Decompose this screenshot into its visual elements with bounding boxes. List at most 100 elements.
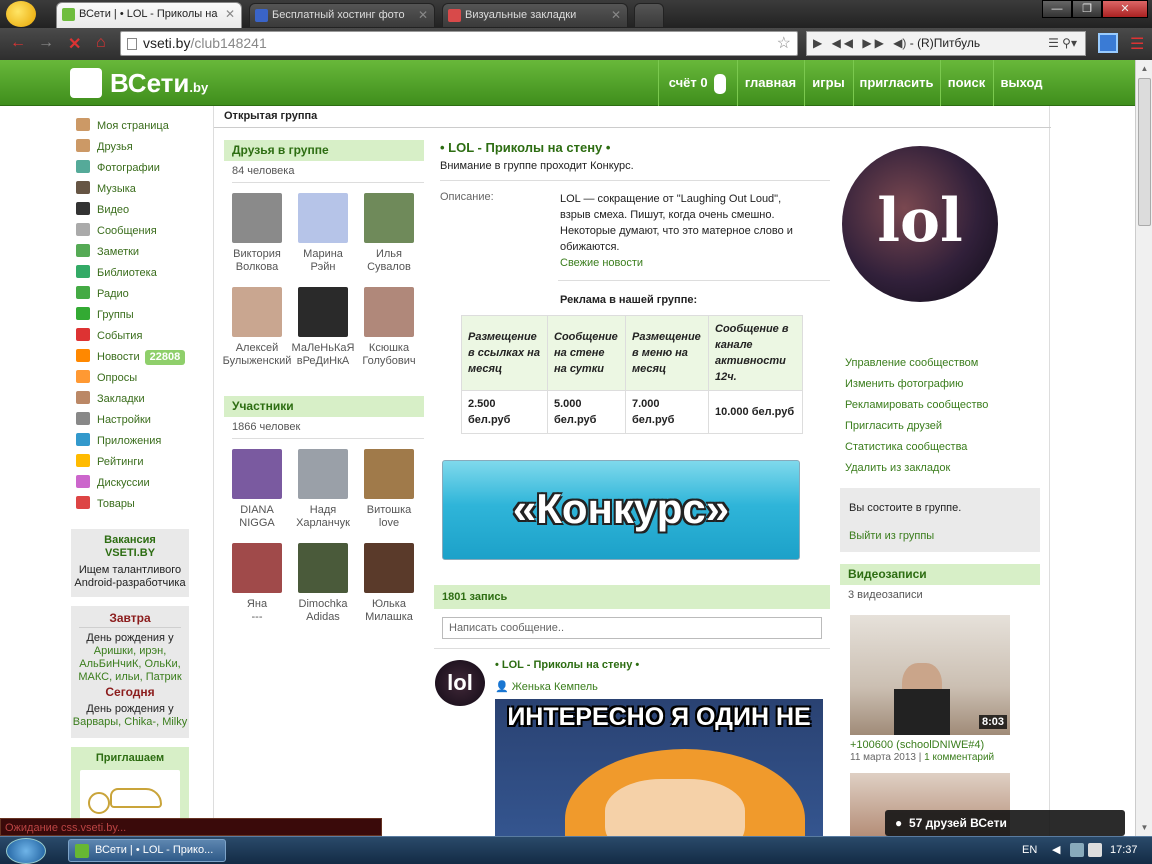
close-tab-icon[interactable]: ✕	[418, 4, 428, 26]
minimize-button[interactable]: —	[1042, 0, 1072, 18]
scroll-down-icon[interactable]: ▼	[1136, 819, 1152, 836]
home-icon[interactable]: ⌂	[96, 34, 106, 52]
back-icon[interactable]: ←	[10, 34, 26, 52]
nav-games[interactable]: игры	[804, 60, 852, 106]
member-photo[interactable]	[232, 543, 282, 593]
friend-card[interactable]: Виктория Волкова	[222, 193, 292, 274]
member-photo[interactable]	[232, 449, 282, 499]
friend-card[interactable]: Ксюшка Голубович	[354, 287, 424, 368]
language-indicator[interactable]: EN	[1022, 844, 1037, 856]
search-icon[interactable]: ☰ ⚲▾	[1048, 32, 1077, 55]
nav-invite[interactable]: пригласить	[853, 60, 939, 106]
forward-icon[interactable]: →	[38, 34, 54, 52]
friends-online-popup[interactable]: ● 57 друзей ВСети	[885, 810, 1125, 836]
sidebar-item-bookmarks[interactable]: Закладки	[76, 390, 145, 408]
new-tab-button[interactable]	[634, 3, 664, 27]
start-button[interactable]	[6, 838, 46, 864]
today-names[interactable]: Варвары, Chika-, Milky	[71, 716, 189, 729]
friends-title[interactable]: Друзья в группе	[224, 140, 424, 161]
music-player[interactable]: ▶ ◀◀ ▶▶ ◀) - (R)Питбуль ☰ ⚲▾	[806, 31, 1086, 56]
friend-card[interactable]: Марина Рэйн	[288, 193, 358, 274]
volume-tray-icon[interactable]	[1088, 843, 1102, 857]
friend-photo[interactable]	[298, 287, 348, 337]
friend-card[interactable]: МаЛеНьКаЯ вРеДиНкА	[288, 287, 358, 368]
sidebar-item-polls[interactable]: Опросы	[76, 369, 137, 387]
close-tab-icon[interactable]: ✕	[225, 3, 235, 25]
maximize-button[interactable]: ❐	[1072, 0, 1102, 18]
nav-search[interactable]: поиск	[940, 60, 992, 106]
sidebar-item-events[interactable]: События	[76, 327, 142, 345]
tray-arrow-icon[interactable]: ◀	[1052, 843, 1066, 857]
fresh-news-link[interactable]: Свежие новости	[560, 257, 643, 269]
sidebar-item-music[interactable]: Музыка	[76, 180, 136, 198]
member-card[interactable]: Яна ---	[222, 543, 292, 624]
nav-logout[interactable]: выход	[993, 60, 1049, 106]
profile-avatar-icon[interactable]	[6, 1, 36, 27]
sidebar-item-apps[interactable]: Приложения	[76, 432, 161, 450]
player-controls-icon[interactable]: ▶ ◀◀ ▶▶	[813, 36, 893, 50]
members-title[interactable]: Участники	[224, 396, 424, 417]
friend-card[interactable]: Алексей Булыженский	[222, 287, 292, 368]
videos-title[interactable]: Видеозаписи	[840, 564, 1040, 585]
close-tab-icon[interactable]: ✕	[611, 4, 621, 26]
video-thumbnail[interactable]: 8:03	[850, 615, 1010, 735]
post-group-title[interactable]: • LOL - Приколы на стену •	[495, 659, 639, 671]
member-card[interactable]: Надя Харланчук	[288, 449, 358, 530]
sidebar-item-photos[interactable]: Фотографии	[76, 159, 160, 177]
manage-community-link[interactable]: Управление сообществом	[845, 357, 978, 369]
clock[interactable]: 17:37	[1110, 844, 1138, 856]
advertise-community-link[interactable]: Рекламировать сообщество	[845, 399, 988, 411]
post-meme-image[interactable]: ИНТЕРЕСНО Я ОДИН НЕ	[495, 699, 823, 836]
member-photo[interactable]	[298, 543, 348, 593]
sidebar-item-discussions[interactable]: Дискуссии	[76, 474, 150, 492]
member-photo[interactable]	[298, 449, 348, 499]
page-scrollbar[interactable]: ▲ ▼	[1135, 60, 1152, 836]
member-card[interactable]: DIANA NIGGA	[222, 449, 292, 530]
friend-photo[interactable]	[364, 287, 414, 337]
video-title[interactable]: +100600 (schoolDNIWE#4)	[850, 739, 984, 751]
wall-post-input[interactable]: Написать сообщение..	[442, 617, 822, 639]
sidebar-item-video[interactable]: Видео	[76, 201, 129, 219]
bookmark-star-icon[interactable]: ☆	[777, 32, 791, 55]
contest-banner[interactable]: «Конкурс»	[442, 460, 800, 560]
friend-card[interactable]: Илья Сувалов	[354, 193, 424, 274]
leave-group-link[interactable]: Выйти из группы	[849, 530, 934, 542]
friend-photo[interactable]	[364, 193, 414, 243]
tomorrow-names[interactable]: Аришки, ирэн, АльБиНчиК, ОльКи, МАКС, ил…	[71, 645, 189, 684]
site-logo[interactable]: ВСети.by	[70, 66, 208, 100]
member-photo[interactable]	[364, 449, 414, 499]
member-card[interactable]: Dimochka Adidas	[288, 543, 358, 624]
sidebar-item-messages[interactable]: Сообщения	[76, 222, 157, 240]
member-photo[interactable]	[364, 543, 414, 593]
apps-grid-icon[interactable]	[1098, 33, 1118, 53]
stop-icon[interactable]: ✕	[68, 34, 81, 54]
sidebar-item-my-page[interactable]: Моя страница	[76, 117, 169, 135]
video-comments-link[interactable]: 1 комментарий	[924, 752, 994, 763]
job-box[interactable]: Вакансия VSETI.BY Ищем талантливого Andr…	[71, 529, 189, 597]
tab-visual-bookmarks[interactable]: Визуальные закладки ✕	[442, 3, 628, 27]
sidebar-item-friends[interactable]: Друзья	[76, 138, 133, 156]
sidebar-item-groups[interactable]: Группы	[76, 306, 134, 324]
friend-photo[interactable]	[232, 193, 282, 243]
remove-bookmark-link[interactable]: Удалить из закладок	[845, 462, 950, 474]
community-stats-link[interactable]: Статистика сообщества	[845, 441, 967, 453]
sidebar-item-goods[interactable]: Товары	[76, 495, 135, 513]
sidebar-item-ratings[interactable]: Рейтинги	[76, 453, 144, 471]
sidebar-item-settings[interactable]: Настройки	[76, 411, 151, 429]
nav-main[interactable]: главная	[737, 60, 803, 106]
post-author[interactable]: 👤 Женька Кемпель	[495, 680, 598, 693]
member-card[interactable]: Витошка love	[354, 449, 424, 530]
volume-icon[interactable]: ◀)	[893, 36, 906, 50]
friend-photo[interactable]	[232, 287, 282, 337]
invite-friends-link[interactable]: Пригласить друзей	[845, 420, 942, 432]
sidebar-item-radio[interactable]: Радио	[76, 285, 129, 303]
group-avatar[interactable]: lol	[842, 146, 998, 302]
sidebar-item-notes[interactable]: Заметки	[76, 243, 139, 261]
friend-photo[interactable]	[298, 193, 348, 243]
member-card[interactable]: Юлька Милашка	[354, 543, 424, 624]
post-author-avatar[interactable]: lol	[435, 660, 485, 706]
taskbar-task-browser[interactable]: ВСети | • LOL - Прико...	[68, 839, 226, 862]
menu-icon[interactable]: ☰	[1130, 34, 1144, 54]
close-window-button[interactable]: ✕	[1102, 0, 1148, 18]
sidebar-item-news[interactable]: Новости 22808	[76, 348, 186, 366]
